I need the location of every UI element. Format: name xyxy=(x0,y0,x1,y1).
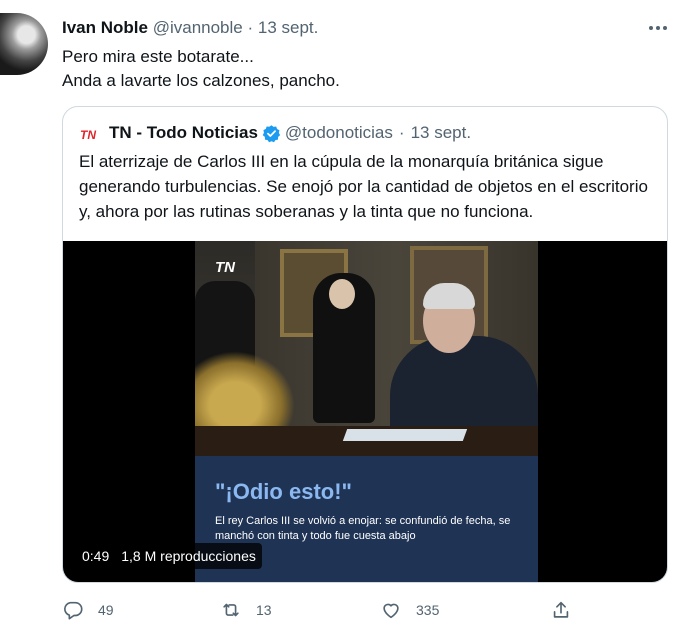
separator-dot: · xyxy=(398,123,405,142)
video-subtext: El rey Carlos III se volvió a enojar: se… xyxy=(215,515,511,542)
tn-logo: TN xyxy=(215,259,235,276)
quoted-tweet[interactable]: TN TN - Todo Noticias @todonoticias · 13… xyxy=(62,106,668,583)
quoted-author-name[interactable]: TN - Todo Noticias xyxy=(109,123,258,143)
author-avatar[interactable] xyxy=(0,13,48,75)
share-button[interactable] xyxy=(550,598,586,622)
video-info-badge: 0:49 1,8 M reproducciones xyxy=(76,543,262,569)
figure-king-hair xyxy=(423,283,475,309)
video-frame: TN "¡Odio esto!" El rey Carlos III se vo… xyxy=(195,241,538,582)
tweet-text-line: Anda a lavarte los calzones, pancho. xyxy=(62,71,340,90)
tweet-text-line: Pero mira este botarate... xyxy=(62,47,254,66)
tweet-header: Ivan Noble @ivannoble · 13 sept. xyxy=(62,18,318,38)
paper xyxy=(342,429,468,441)
quoted-tweet-header: TN TN - Todo Noticias @todonoticias · 13… xyxy=(79,123,471,143)
video-views: 1,8 M reproducciones xyxy=(121,548,256,564)
retweet-count: 13 xyxy=(256,602,272,618)
reply-count: 49 xyxy=(98,602,114,618)
author-handle[interactable]: @ivannoble xyxy=(153,18,243,37)
tn-avatar-icon: TN xyxy=(79,126,101,142)
tweet-timestamp[interactable]: 13 sept. xyxy=(258,18,319,37)
svg-text:TN: TN xyxy=(80,128,96,141)
video-player[interactable]: TN "¡Odio esto!" El rey Carlos III se vo… xyxy=(63,241,667,582)
retweet-button[interactable]: 13 xyxy=(220,598,272,622)
reply-icon xyxy=(64,601,83,620)
share-icon xyxy=(553,601,569,618)
tweet-text: Pero mira este botarate... Anda a lavart… xyxy=(62,45,340,93)
author-name[interactable]: Ivan Noble xyxy=(62,18,148,37)
like-count: 335 xyxy=(416,602,440,618)
quoted-tweet-text: El aterrizaje de Carlos III en la cúpula… xyxy=(79,152,648,221)
heart-icon xyxy=(383,603,399,619)
verified-badge-icon xyxy=(262,124,281,143)
quoted-author-handle[interactable]: @todonoticias xyxy=(285,123,393,143)
video-headline: "¡Odio esto!" xyxy=(215,479,352,504)
video-duration: 0:49 xyxy=(82,548,110,564)
separator-dot: · xyxy=(247,18,254,37)
like-button[interactable]: 335 xyxy=(380,598,439,622)
figure-face xyxy=(329,279,355,309)
quoted-timestamp[interactable]: 13 sept. xyxy=(411,123,472,143)
tweet-actions: 49 13 335 xyxy=(62,598,582,622)
retweet-icon xyxy=(223,603,239,617)
more-options-icon[interactable] xyxy=(646,18,670,38)
reply-button[interactable]: 49 xyxy=(62,598,114,622)
